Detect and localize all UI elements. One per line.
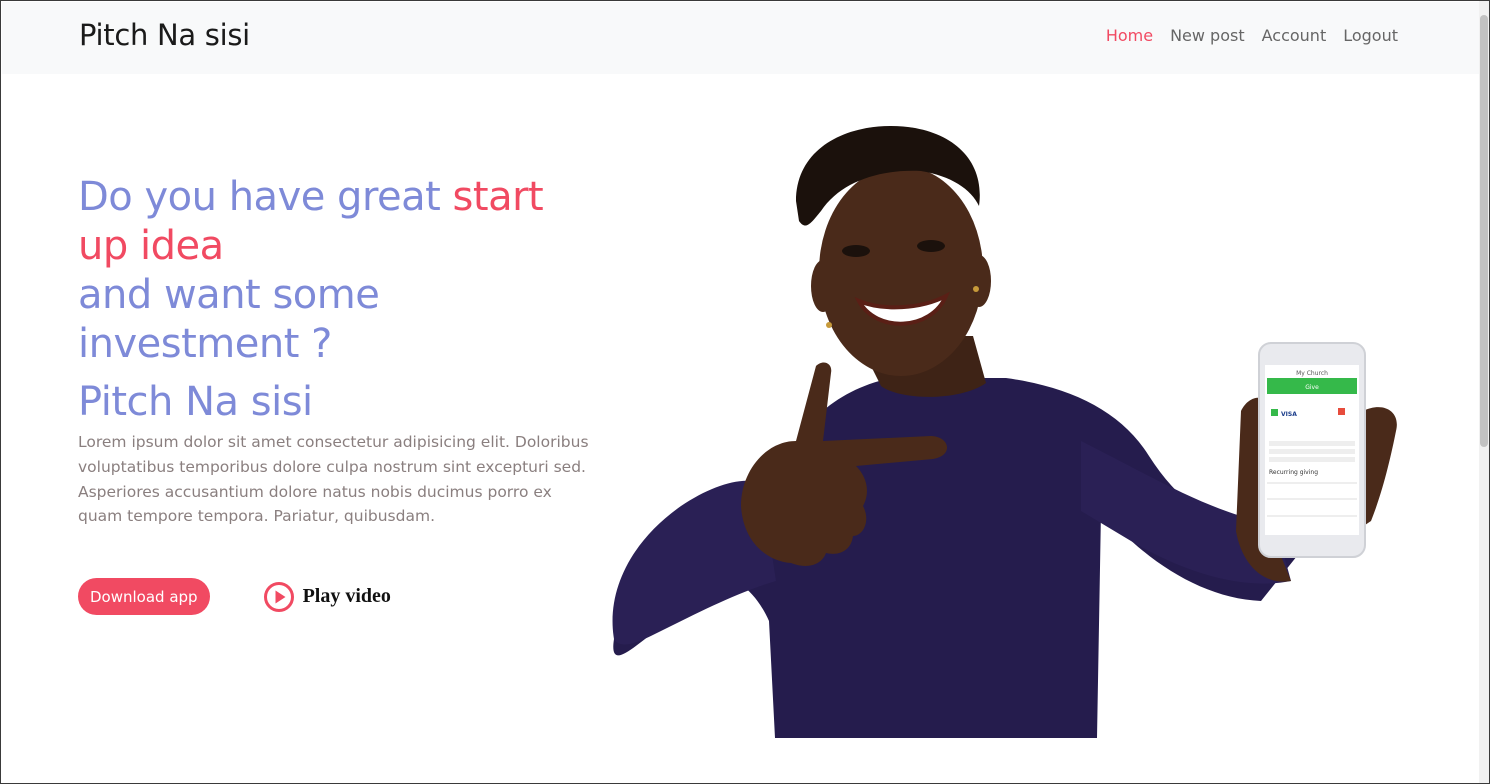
brand-logo[interactable]: Pitch Na sisi	[79, 18, 250, 52]
nav-link-new-post[interactable]: New post	[1170, 26, 1245, 45]
earring-left	[826, 322, 832, 328]
hero-subtitle: Pitch Na sisi	[78, 379, 313, 425]
face	[819, 166, 983, 376]
phone-recurring-label: Recurring giving	[1269, 469, 1318, 476]
phone-give-button: Give	[1305, 384, 1319, 391]
hero-headline: Do you have great start up idea and want…	[78, 173, 598, 369]
right-eye	[917, 240, 945, 252]
play-circle-icon	[263, 581, 294, 612]
play-video-label: Play video	[302, 585, 391, 607]
left-ear	[811, 260, 835, 312]
phone-title: My Church	[1296, 370, 1328, 377]
nav-link-logout[interactable]: Logout	[1343, 26, 1398, 45]
nav-link-account[interactable]: Account	[1262, 26, 1327, 45]
scrollbar-thumb[interactable]	[1480, 15, 1488, 447]
headline-part-2: and want some investment ?	[78, 272, 380, 367]
scrollbar[interactable]	[1479, 1, 1489, 783]
play-video-link[interactable]: Play video	[263, 581, 391, 613]
headline-part-1: Do you have great	[78, 174, 453, 220]
phone-card: VISA	[1281, 411, 1297, 418]
navbar: Pitch Na sisi Home New post Account Logo…	[2, 2, 1480, 74]
hero-actions: Download app Play video	[78, 578, 391, 615]
hero-description: Lorem ipsum dolor sit amet consectetur a…	[78, 433, 589, 526]
hero-text: Do you have great start up idea and want…	[78, 173, 598, 529]
hero-image: My Church Give VISA Recurring giving	[612, 126, 1397, 738]
nav-links: Home New post Account Logout	[1106, 26, 1398, 45]
browser-viewport: Pitch Na sisi Home New post Account Logo…	[0, 0, 1490, 784]
phone: My Church Give VISA Recurring giving	[1258, 342, 1366, 558]
download-app-button[interactable]: Download app	[78, 578, 210, 615]
right-ear	[967, 255, 991, 307]
left-eye	[842, 245, 870, 257]
earring-right	[973, 286, 979, 292]
nav-link-home[interactable]: Home	[1106, 26, 1153, 45]
